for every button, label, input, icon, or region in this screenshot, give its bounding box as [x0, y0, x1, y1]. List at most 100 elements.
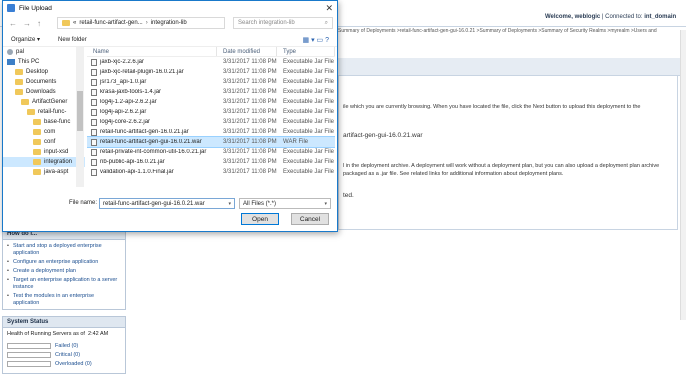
file-row[interactable]: log4j-1.2-api-2.6.2.jar 3/31/2017 11:08 P…	[87, 97, 335, 107]
file-row[interactable]: jaxb-xjc-2.2.6.jar 3/31/2017 11:08 PM Exec…	[87, 57, 335, 67]
file-list: Name Date modified Type jaxb-xjc-2.2.6.j…	[87, 47, 335, 187]
user-icon	[7, 49, 13, 55]
file-icon	[91, 128, 97, 136]
nav-item[interactable]: Downloads	[3, 87, 85, 97]
how-do-i-link[interactable]: Test the modules in an enterprise applic…	[7, 293, 121, 307]
folder-icon	[33, 169, 41, 175]
health-row[interactable]: Overloaded (0)	[7, 361, 125, 367]
file-row[interactable]: rib-public-api-16.0.21.jar 3/31/2017 11:0…	[87, 157, 335, 167]
content-text-4: packaged as a .jar file. See related lin…	[343, 171, 564, 177]
system-status-title: System Status	[3, 317, 125, 328]
file-row[interactable]: validation-api-1.1.0.Final.jar 3/31/2017 …	[87, 167, 335, 177]
health-row[interactable]: Critical (0)	[7, 352, 125, 358]
folder-icon	[33, 139, 41, 145]
nav-item[interactable]: java-aspt	[3, 167, 85, 177]
column-date[interactable]: Date modified	[217, 47, 277, 56]
nav-item[interactable]: base-func	[3, 117, 85, 127]
address-bar[interactable]: « retail-func-artifact-gen... › integrat…	[57, 17, 225, 29]
dialog-titlebar[interactable]: File Upload ✕	[3, 1, 337, 15]
breadcrumb[interactable]: Summary of Deployments >retail-func-arti…	[338, 28, 686, 38]
folder-icon	[33, 159, 41, 165]
content-text-1: ile which you are currently browsing. Wh…	[343, 104, 641, 110]
search-icon: ⌕	[324, 19, 328, 26]
health-label: Health of Running Servers as of 2:42 AM	[7, 331, 109, 337]
cancel-button[interactable]: Cancel	[291, 213, 329, 225]
how-do-i-link[interactable]: Start and stop a deployed enterprise app…	[7, 243, 121, 257]
file-icon	[91, 148, 97, 156]
file-icon	[91, 108, 97, 116]
health-label[interactable]: Overloaded (0)	[55, 361, 92, 367]
nav-item[interactable]: conf	[3, 137, 85, 147]
filename-row: File name: retail-func-artifact-gen-gui-…	[3, 197, 337, 211]
file-type-select[interactable]: All Files (*.*) ▾	[239, 198, 331, 209]
how-do-i-link[interactable]: Configure an enterprise application	[7, 259, 121, 266]
file-row[interactable]: retail-func-artifact-gen-16.0.21.jar 3/31…	[87, 127, 335, 137]
health-row[interactable]: Failed (0)	[7, 343, 125, 349]
nav-scroll-thumb[interactable]	[77, 91, 83, 131]
folder-icon	[21, 99, 29, 105]
how-do-i-link[interactable]: Target an enterprise application to a se…	[7, 277, 121, 291]
file-icon	[91, 58, 97, 66]
address-row: ← → ↑ « retail-func-artifact-gen... › in…	[3, 15, 337, 31]
nav-item[interactable]: integration	[3, 157, 85, 167]
folder-icon	[15, 69, 23, 75]
console-content: ile which you are currently browsing. Wh…	[338, 58, 680, 230]
dialog-toolbar: Organize ▾ New folder ▦ ▾ ▭ ?	[3, 33, 337, 47]
filename-input[interactable]: retail-func-artifact-gen-gui-16.0.21.war…	[99, 198, 235, 209]
health-bar	[7, 361, 51, 367]
navigation-pane[interactable]: pal This PC Desktop Documents Downloads Artif…	[3, 47, 85, 187]
folder-icon	[62, 20, 70, 26]
file-list-header: Name Date modified Type	[87, 47, 335, 57]
file-icon	[91, 78, 97, 86]
forward-icon[interactable]: →	[23, 19, 31, 28]
file-icon	[91, 88, 97, 96]
nav-item[interactable]: input-xsd	[3, 147, 85, 157]
page-scrollbar[interactable]	[680, 30, 686, 320]
system-status-panel: System Status Health of Running Servers …	[2, 316, 126, 374]
chevron-down-icon[interactable]: ▾	[324, 201, 327, 207]
folder-icon	[33, 149, 41, 155]
nav-item[interactable]: ArtifactGener	[3, 97, 85, 107]
nav-item[interactable]: pal	[3, 47, 85, 57]
health-label[interactable]: Failed (0)	[55, 343, 78, 349]
computer-icon	[7, 59, 15, 65]
file-row[interactable]: retail-private-int-common-util-16.0.21.j…	[87, 147, 335, 157]
folder-icon	[33, 129, 41, 135]
new-folder-button[interactable]: New folder	[58, 37, 87, 43]
content-header	[338, 58, 680, 76]
content-text-3: l in the deployment archive. A deploymen…	[343, 163, 660, 169]
column-type[interactable]: Type	[277, 47, 335, 56]
file-icon	[91, 118, 97, 126]
chevron-down-icon[interactable]: ▾	[228, 201, 231, 207]
search-input[interactable]: Search integration-lib ⌕	[233, 17, 333, 29]
up-icon[interactable]: ↑	[37, 19, 41, 28]
folder-icon	[27, 109, 35, 115]
content-text-5: ted.	[343, 192, 354, 199]
health-label[interactable]: Critical (0)	[55, 352, 80, 358]
file-icon	[91, 98, 97, 106]
file-row[interactable]: log4j-core-2.6.2.jar 3/31/2017 11:08 PM Ex…	[87, 117, 335, 127]
view-options-icon[interactable]: ▦ ▾ ▭ ?	[303, 36, 329, 44]
file-row[interactable]: krasa-jaxb-tools-1.4.jar 3/31/2017 11:08 …	[87, 87, 335, 97]
nav-item[interactable]: retail-func-	[3, 107, 85, 117]
file-row[interactable]: jaxb-xjc-retail-plugin-16.0.21.jar 3/31/2…	[87, 67, 335, 77]
file-row[interactable]: jsr173_api-1.0.jar 3/31/2017 11:08 PM Exec…	[87, 77, 335, 87]
upload-icon	[7, 4, 15, 12]
nav-item[interactable]: This PC	[3, 57, 85, 67]
column-name[interactable]: Name	[87, 47, 217, 56]
how-do-i-link[interactable]: Create a deployment plan	[7, 268, 121, 275]
nav-item[interactable]: Documents	[3, 77, 85, 87]
welcome-text: Welcome, weblogic | Connected to: int_do…	[545, 14, 677, 20]
file-row[interactable]: retail-func-artifact-gen-gui-16.0.21.war…	[87, 136, 335, 148]
nav-item[interactable]: Desktop	[3, 67, 85, 77]
organize-button[interactable]: Organize ▾	[11, 36, 40, 43]
close-icon[interactable]: ✕	[325, 3, 333, 14]
folder-icon	[15, 79, 23, 85]
back-icon[interactable]: ←	[9, 19, 17, 28]
folder-icon	[33, 119, 41, 125]
dialog-title: File Upload	[19, 4, 52, 12]
file-row[interactable]: log4j-api-2.6.2.jar 3/31/2017 11:08 PM Exe…	[87, 107, 335, 117]
file-icon	[91, 68, 97, 76]
open-button[interactable]: Open	[241, 213, 279, 225]
nav-item[interactable]: com	[3, 127, 85, 137]
